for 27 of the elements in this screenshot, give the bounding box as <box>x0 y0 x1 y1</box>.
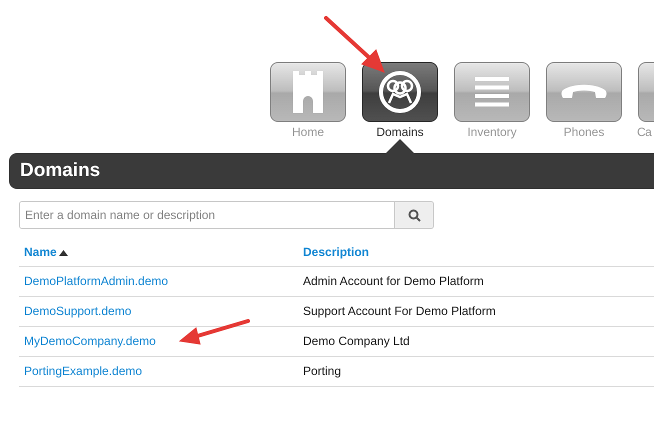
description-text: Admin Account for Demo Platform <box>303 274 484 288</box>
nav-tile[interactable] <box>546 62 622 122</box>
people-icon <box>378 70 422 114</box>
search-field[interactable]: Enter a domain name or description <box>19 201 395 229</box>
nav-label: Domains <box>376 125 424 139</box>
description-text: Porting <box>303 364 342 378</box>
description-text: Support Account For Demo Platform <box>303 304 496 318</box>
nav-label: Home <box>292 125 324 139</box>
nav-label: Ca <box>637 125 652 139</box>
domain-link[interactable]: MyDemoCompany.demo <box>24 334 156 348</box>
search-icon <box>408 208 420 222</box>
nav-tile[interactable] <box>362 62 438 122</box>
panel-title: Domains <box>20 160 100 182</box>
phone-icon <box>561 84 607 100</box>
column-header[interactable]: Name <box>24 245 57 259</box>
domain-link[interactable]: DemoSupport.demo <box>24 304 132 318</box>
domain-link[interactable]: PortingExample.demo <box>24 364 142 378</box>
nav-tile[interactable] <box>454 62 530 122</box>
nav-label: Phones <box>564 125 604 139</box>
nav-tile[interactable] <box>270 62 346 122</box>
search-button[interactable] <box>395 201 434 229</box>
column-header[interactable]: Description <box>303 245 370 259</box>
domain-link[interactable]: DemoPlatformAdmin.demo <box>24 274 168 288</box>
list-icon <box>475 77 509 107</box>
castle-icon <box>293 71 323 113</box>
description-text: Demo Company Ltd <box>303 334 410 348</box>
nav-label: Inventory <box>467 125 517 139</box>
